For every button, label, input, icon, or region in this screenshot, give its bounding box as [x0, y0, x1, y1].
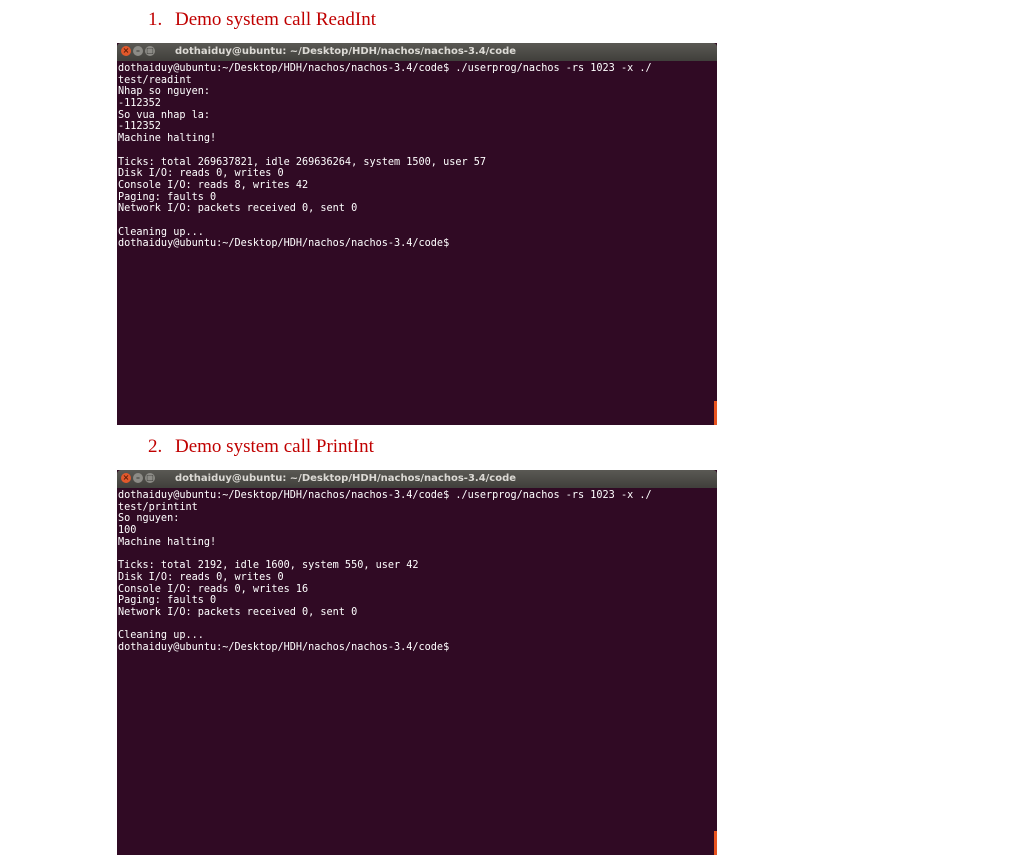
scroll-marker[interactable]: [714, 401, 717, 425]
terminal-screen[interactable]: dothaiduy@ubuntu:~/Desktop/HDH/nachos/na…: [117, 61, 717, 425]
terminal-title: dothaiduy@ubuntu: ~/Desktop/HDH/nachos/n…: [175, 473, 517, 484]
terminal-line: Console I/O: reads 0, writes 16: [118, 583, 309, 595]
scroll-marker[interactable]: [714, 831, 717, 855]
terminal-titlebar[interactable]: × – □ dothaiduy@ubuntu: ~/Desktop/HDH/na…: [117, 470, 717, 488]
terminal-screen[interactable]: dothaiduy@ubuntu:~/Desktop/HDH/nachos/na…: [117, 488, 717, 855]
terminal-line: dothaiduy@ubuntu:~/Desktop/HDH/nachos/na…: [118, 490, 652, 501]
section-2-number: 2.: [148, 436, 163, 457]
terminal-line: Network I/O: packets received 0, sent 0: [118, 203, 358, 215]
close-icon[interactable]: ×: [121, 473, 131, 483]
section-1-heading: 1. Demo system call ReadInt: [148, 9, 376, 31]
terminal-line: So nguyen:: [118, 513, 180, 525]
terminal-window-readint[interactable]: × – □ dothaiduy@ubuntu: ~/Desktop/HDH/na…: [117, 43, 717, 425]
section-1-title: Demo system call ReadInt: [175, 9, 377, 30]
terminal-line: Nhap so nguyen:: [118, 86, 211, 98]
terminal-line: Console I/O: reads 8, writes 42: [118, 179, 309, 191]
terminal-title: dothaiduy@ubuntu: ~/Desktop/HDH/nachos/n…: [175, 46, 517, 57]
terminal-line: test/printint: [118, 501, 198, 513]
section-1-number: 1.: [148, 9, 163, 30]
terminal-line: Disk I/O: reads 0, writes 0: [118, 571, 284, 583]
terminal-line: Ticks: total 2192, idle 1600, system 550…: [118, 560, 419, 572]
terminal-line: test/readint: [118, 74, 192, 86]
terminal-line: 100: [118, 525, 137, 537]
terminal-line: -112352: [118, 98, 161, 110]
terminal-line: Disk I/O: reads 0, writes 0: [118, 168, 284, 180]
maximize-icon[interactable]: □: [145, 46, 155, 56]
terminal-line: Paging: faults 0: [118, 595, 217, 607]
section-2-title: Demo system call PrintInt: [175, 436, 374, 457]
terminal-line: Cleaning up...: [118, 226, 204, 238]
terminal-titlebar[interactable]: × – □ dothaiduy@ubuntu: ~/Desktop/HDH/na…: [117, 43, 717, 61]
terminal-line: Machine halting!: [118, 133, 217, 145]
minimize-icon[interactable]: –: [133, 473, 143, 483]
terminal-line: -112352: [118, 121, 161, 133]
terminal-prompt-line: dothaiduy@ubuntu:~/Desktop/HDH/nachos/na…: [118, 641, 450, 653]
terminal-window-printint[interactable]: × – □ dothaiduy@ubuntu: ~/Desktop/HDH/na…: [117, 470, 717, 855]
terminal-line: Cleaning up...: [118, 630, 204, 642]
maximize-icon[interactable]: □: [145, 473, 155, 483]
terminal-line: Paging: faults 0: [118, 191, 217, 203]
terminal-line: So vua nhap la:: [118, 109, 211, 121]
section-2-heading: 2. Demo system call PrintInt: [148, 436, 374, 458]
terminal-line: Machine halting!: [118, 536, 217, 548]
terminal-line: dothaiduy@ubuntu:~/Desktop/HDH/nachos/na…: [118, 63, 652, 74]
close-icon[interactable]: ×: [121, 46, 131, 56]
terminal-line: Ticks: total 269637821, idle 269636264, …: [118, 156, 487, 168]
terminal-prompt-line: dothaiduy@ubuntu:~/Desktop/HDH/nachos/na…: [118, 238, 450, 250]
minimize-icon[interactable]: –: [133, 46, 143, 56]
terminal-output: dothaiduy@ubuntu:~/Desktop/HDH/nachos/na…: [117, 61, 717, 250]
terminal-output: dothaiduy@ubuntu:~/Desktop/HDH/nachos/na…: [117, 488, 717, 654]
terminal-line: Network I/O: packets received 0, sent 0: [118, 606, 358, 618]
